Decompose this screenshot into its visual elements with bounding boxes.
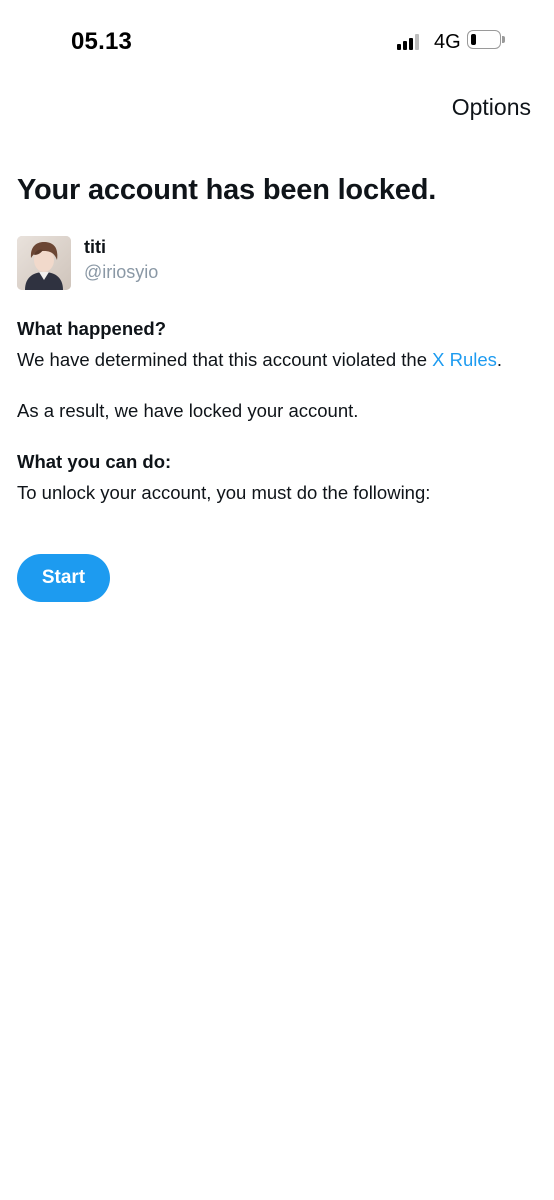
network-type: 4G xyxy=(434,31,461,53)
profile-name: titi xyxy=(84,237,106,257)
result-text: As a result, we have locked your account… xyxy=(17,400,359,421)
page-title: Your account has been locked. xyxy=(17,174,437,206)
battery-icon xyxy=(467,30,505,50)
x-rules-link[interactable]: X Rules xyxy=(432,349,497,370)
options-button[interactable]: Options xyxy=(452,94,531,121)
what-you-can-do-text: To unlock your account, you must do the … xyxy=(17,482,431,503)
status-bar: 05.13 4G xyxy=(0,0,554,84)
start-button[interactable]: Start xyxy=(17,554,110,602)
what-you-can-do-heading: What you can do: xyxy=(17,451,172,472)
what-happened-text-suffix: . xyxy=(496,349,503,370)
battery-level xyxy=(471,34,476,45)
status-time: 05.13 xyxy=(71,28,133,55)
cellular-signal-icon xyxy=(397,34,423,50)
what-happened-heading: What happened? xyxy=(17,318,167,339)
what-happened-text-prefix: We have determined that this account vio… xyxy=(17,349,433,370)
avatar xyxy=(17,236,71,290)
profile-handle: @iriosyio xyxy=(84,262,159,282)
what-happened-text: We have determined that this account vio… xyxy=(17,349,502,371)
